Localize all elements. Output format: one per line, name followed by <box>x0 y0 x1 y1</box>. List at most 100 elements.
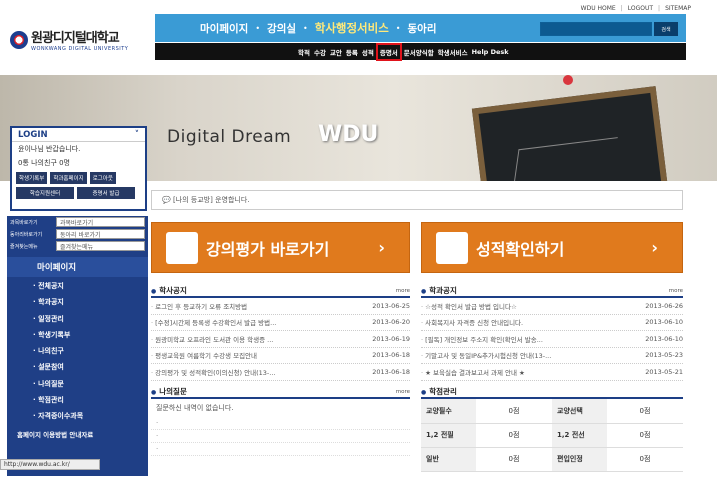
pin-icon <box>563 75 573 85</box>
util-link-0[interactable]: WDU HOME <box>581 5 616 12</box>
list-item-date: 2013-06-10 <box>645 334 683 343</box>
mypage-menu-item[interactable]: · 전체공지 <box>7 277 148 293</box>
list-item-title: 평생교육원 여름학기 수강생 모집안내 <box>151 350 257 360</box>
mypage-menu-label: 나의친구 <box>38 347 64 356</box>
login-button-0[interactable]: 학생기록부 <box>16 172 48 184</box>
department-more-link[interactable]: more <box>669 288 683 294</box>
list-item-date: 2013-05-21 <box>645 367 683 376</box>
mypage-label: 마이페이지 <box>37 263 77 273</box>
subnav-item-7[interactable]: 학생서비스 <box>438 47 468 57</box>
subnav-item-0[interactable]: 학적 <box>298 47 310 57</box>
mypage-menu-item[interactable]: · 자격증이수과목 <box>7 407 148 423</box>
search-input[interactable] <box>540 22 652 36</box>
mypage-menu-label: 학점관리 <box>38 396 64 405</box>
subnav-item-5[interactable]: 증명서 <box>375 42 402 61</box>
list-item-date: 2013-06-20 <box>372 318 410 327</box>
login-stats[interactable]: 0통 나의친구 0명 <box>12 156 145 170</box>
subnav-item-4[interactable]: 성적 <box>362 47 374 57</box>
list-item[interactable]: ☆성적 확인서 발급 방법 입니다☆ 2013-06-26 <box>421 298 683 315</box>
search-button[interactable]: 검색 <box>654 22 678 36</box>
list-item[interactable]: [수정]시간제 등록생 수강확인서 발급 방법... 2013-06-20 <box>151 315 410 331</box>
login-button-3[interactable]: 학습지원센터 <box>16 187 74 199</box>
list-item[interactable]: [필독] 개인정보 주소지 확인(확인서 발송... 2013-06-10 <box>421 331 683 348</box>
academic-notice-title: 학사공지 <box>151 285 187 296</box>
list-item[interactable]: 기말고사 및 동일IP&추가시험신청 안내(13-... 2013-05-23 <box>421 348 683 364</box>
list-item[interactable]: 로그인 후 등교하기 오류 조치방법 2013-06-25 <box>151 298 410 315</box>
notice-bar[interactable]: 💬 [나의 등교방] 운영합니다. <box>151 190 683 210</box>
list-item-title: 로그인 후 등교하기 오류 조치방법 <box>151 301 247 311</box>
quick-selects: 과목바로가기 과목바로가기동아리바로가기 동아리 바로가기 즐겨찾는메뉴 즐겨찾는메뉴 <box>7 216 148 252</box>
nav-mypage[interactable]: 마이페이지 <box>193 21 255 36</box>
table-cell: 0점 <box>476 447 552 472</box>
list-item-title: ★ 보육실습 결과보고서 과제 안내 ★ <box>421 367 525 377</box>
mypage-menu-item[interactable]: · 학생기록부 <box>7 326 148 342</box>
nav-classroom[interactable]: 강의실 <box>260 21 303 36</box>
list-item[interactable]: 평생교육원 여름학기 수강생 모집안내 2013-06-18 <box>151 348 410 364</box>
pencil-note-icon <box>166 231 198 264</box>
university-logo[interactable]: 원광디지털대학교 WONKWANG DIGITAL UNIVERSITY <box>10 27 128 52</box>
quick-select-dropdown[interactable]: 동아리 바로가기 <box>56 229 145 239</box>
chalkboard-image <box>471 86 670 181</box>
list-item[interactable]: 사회복지사 자격증 신청 안내입니다. 2013-06-10 <box>421 315 683 331</box>
subnav-item-3[interactable]: 등록 <box>346 47 358 57</box>
subnav-item-8[interactable]: Help Desk <box>472 48 509 56</box>
main-nav: 마이페이지 • 강의실 • 학사행정서비스 • 동아리 검색 <box>155 14 686 42</box>
list-item-date: 2013-06-10 <box>645 318 683 327</box>
mypage-menu-label: 일정관리 <box>38 314 64 323</box>
list-item[interactable]: ★ 보육실습 결과보고서 과제 안내 ★ 2013-05-21 <box>421 364 683 381</box>
quick-select-dropdown[interactable]: 과목바로가기 <box>56 217 145 227</box>
computer-icon <box>436 231 468 264</box>
department-notice-box: 학과공지 more ☆성적 확인서 발급 방법 입니다☆ 2013-06-26 사회복… <box>421 285 683 381</box>
subnav-item-1[interactable]: 수강 <box>314 47 326 57</box>
subnav-item-2[interactable]: 교안 <box>330 47 342 57</box>
quick-select-dropdown[interactable]: 즐겨찾는메뉴 <box>56 241 145 251</box>
mypage-menu-label: 전체공지 <box>38 282 64 290</box>
quick-select-label: 동아리바로가기 <box>10 231 43 238</box>
mypage-menu-item[interactable]: · 설문참여 <box>7 358 148 374</box>
login-title: LOGIN <box>18 130 48 140</box>
quick-select-row: 즐겨찾는메뉴 즐겨찾는메뉴 <box>7 240 148 252</box>
table-row: 1,2 전필 0점 1,2 전선 0점 <box>421 423 683 448</box>
login-button-1[interactable]: 학과홈페이지 <box>50 172 87 184</box>
list-item-date: 2013-06-25 <box>372 301 410 310</box>
academic-more-link[interactable]: more <box>396 288 410 294</box>
nav-club[interactable]: 동아리 <box>401 21 444 36</box>
course-evaluation-button[interactable]: 강의평가 바로가기 › <box>151 222 410 273</box>
list-item[interactable]: 강의평가 및 성적확인(이의신청) 안내(13-... 2013-06-18 <box>151 364 410 381</box>
quick-select-label: 과목바로가기 <box>10 219 38 226</box>
util-separator: | <box>658 5 661 12</box>
list-item-title: 강의평가 및 성적확인(이의신청) 안내(13-... <box>151 367 275 377</box>
login-greeting: 윤이나님 반갑습니다. <box>18 145 81 153</box>
mypage-menu-item[interactable]: · 학점관리 <box>7 391 148 407</box>
table-cell: 1,2 전필 <box>421 423 476 448</box>
grade-check-button[interactable]: 성적확인하기 › <box>421 222 683 273</box>
department-notice-title: 학과공지 <box>421 285 457 296</box>
quick-select-row: 동아리바로가기 동아리 바로가기 <box>7 228 148 240</box>
util-link-2[interactable]: SITEMAP <box>665 5 691 12</box>
mypage-menu-item[interactable]: · 나의친구 <box>7 342 148 358</box>
nav-academic-services[interactable]: 학사행정서비스 <box>308 20 396 36</box>
mypage-menu-item[interactable]: · 나의질문 <box>7 375 148 391</box>
speech-bubble-icon: 💬 <box>162 196 173 204</box>
table-cell: 0점 <box>607 423 683 448</box>
mypage-menu-item[interactable]: · 학과공지 <box>7 293 148 309</box>
sub-nav: 학적 수강 교안 등록 성적 증명서 문서양식함 학생서비스 Help Desk <box>155 42 686 61</box>
mypage-menu-item[interactable]: · 일정관리 <box>7 310 148 326</box>
questions-empty-text: 질문하신 내역이 없습니다. <box>156 404 234 412</box>
login-buttons: 학생기록부 학과홈페이지 로그아웃학습지원센터 증명서 발급 <box>12 170 145 201</box>
notice-text: [나의 등교방] 운영합니다. <box>172 196 250 204</box>
chevron-down-icon[interactable]: ˅ <box>135 130 139 140</box>
subnav-item-6[interactable]: 문서양식함 <box>404 47 434 57</box>
logo-english: WONKWANG DIGITAL UNIVERSITY <box>31 46 129 52</box>
mypage-header[interactable]: 마이페이지 <box>7 257 148 277</box>
list-item[interactable]: 원광미학교 오프라인 도서관 이용 학생증 ... 2013-06-19 <box>151 331 410 348</box>
questions-more-link[interactable]: more <box>396 389 410 395</box>
login-button-2[interactable]: 로그아웃 <box>89 172 116 184</box>
quick-select-row: 과목바로가기 과목바로가기 <box>7 216 148 228</box>
login-button-4[interactable]: 증명서 발급 <box>77 187 135 199</box>
list-item-date: 2013-06-18 <box>372 367 410 376</box>
util-link-1[interactable]: LOGOUT <box>628 5 653 12</box>
mypage-menu-label: 나의질문 <box>38 379 64 388</box>
homepage-guide-link[interactable]: 홈페이지 이용방법 안내자료 <box>7 424 148 444</box>
chalk-drawing <box>512 137 618 181</box>
